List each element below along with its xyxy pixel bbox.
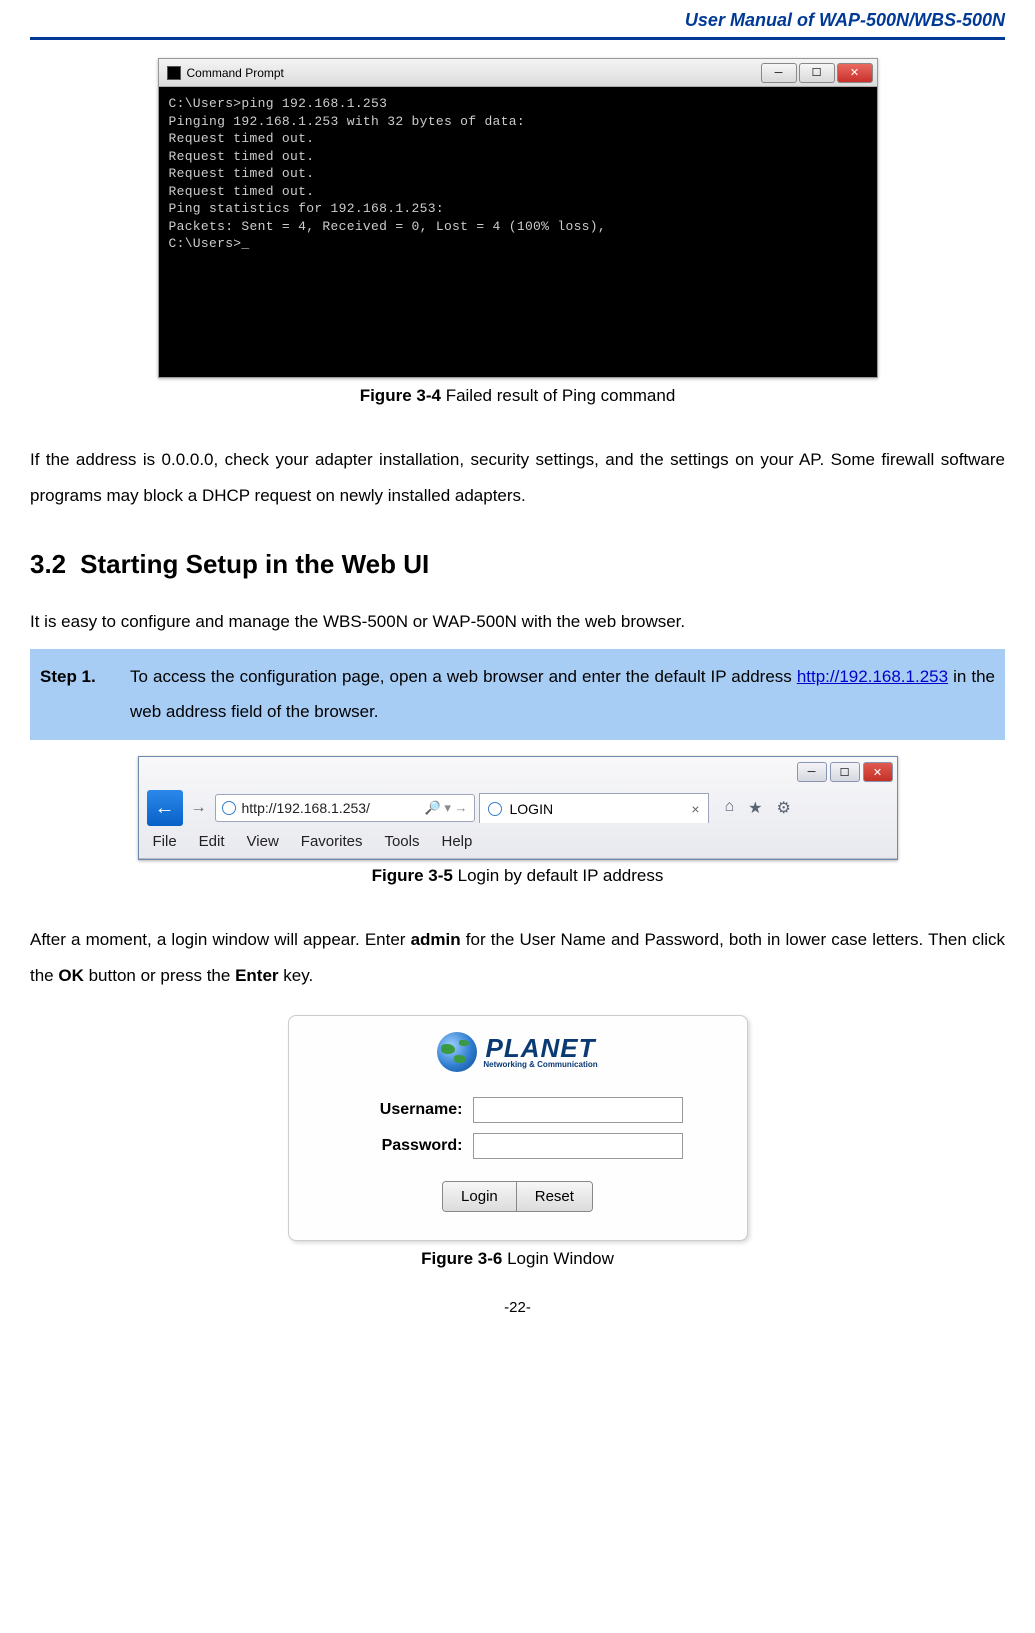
ie-icon: [488, 802, 502, 816]
menu-help[interactable]: Help: [442, 833, 473, 850]
address-controls-icon: 🔎 ▾ →: [425, 800, 468, 816]
window-close-button[interactable]: ✕: [837, 63, 873, 83]
menu-file[interactable]: File: [153, 833, 177, 850]
ie-icon: [222, 801, 236, 815]
cmd-line: Packets: Sent = 4, Received = 0, Lost = …: [169, 218, 867, 236]
password-row: Password:: [319, 1133, 717, 1159]
login-button[interactable]: Login: [443, 1182, 517, 1211]
login-text-4: key.: [279, 966, 314, 985]
step-1-text: To access the configuration page, open a…: [130, 659, 995, 730]
browser-menu-bar: File Edit View Favorites Tools Help: [139, 829, 897, 858]
globe-icon: [437, 1032, 477, 1072]
login-bold-ok: OK: [58, 966, 84, 985]
login-button-group: Login Reset: [442, 1181, 593, 1212]
browser-back-button[interactable]: ←: [147, 790, 183, 826]
tab-close-icon[interactable]: ×: [691, 801, 699, 817]
command-prompt-titlebar: Command Prompt ─ ☐ ✕: [159, 59, 877, 87]
command-prompt-body: C:\Users>ping 192.168.1.253 Pinging 192.…: [159, 87, 877, 377]
figure-label: Figure 3-4: [360, 386, 441, 405]
page-header: User Manual of WAP-500N/WBS-500N: [30, 10, 1005, 40]
login-text-3: button or press the: [84, 966, 235, 985]
figure-3-6-caption: Figure 3-6 Login Window: [30, 1249, 1005, 1269]
username-label: Username:: [353, 1101, 463, 1119]
cmd-line: C:\Users>ping 192.168.1.253: [169, 95, 867, 113]
section-number: 3.2: [30, 549, 66, 580]
figure-text: Login by default IP address: [458, 866, 664, 885]
window-minimize-button[interactable]: ─: [761, 63, 797, 83]
login-text-1: After a moment, a login window will appe…: [30, 930, 411, 949]
browser-tab[interactable]: LOGIN ×: [479, 793, 709, 823]
browser-window: ─ ☐ ✕ ← → http://192.168.1.253/ 🔎 ▾ → LO…: [138, 756, 898, 860]
page-number: -22-: [30, 1299, 1005, 1316]
step-1-block: Step 1. To access the configuration page…: [30, 649, 1005, 740]
browser-chrome: ─ ☐ ✕ ← → http://192.168.1.253/ 🔎 ▾ → LO…: [139, 757, 897, 859]
login-instructions: After a moment, a login window will appe…: [30, 922, 1005, 993]
favorites-icon[interactable]: ★: [748, 798, 762, 818]
password-label: Password:: [353, 1137, 463, 1155]
cmd-line: Request timed out.: [169, 130, 867, 148]
section-intro: It is easy to configure and manage the W…: [30, 606, 1005, 638]
reset-button[interactable]: Reset: [517, 1182, 592, 1211]
window-maximize-button[interactable]: ☐: [799, 63, 835, 83]
cmd-line: Request timed out.: [169, 165, 867, 183]
command-prompt-window: Command Prompt ─ ☐ ✕ C:\Users>ping 192.1…: [158, 58, 878, 378]
username-row: Username:: [319, 1097, 717, 1123]
menu-favorites[interactable]: Favorites: [301, 833, 363, 850]
cmd-line: Request timed out.: [169, 148, 867, 166]
cmd-title: Command Prompt: [187, 66, 284, 80]
step-1-label: Step 1.: [40, 659, 130, 730]
password-input[interactable]: [473, 1133, 683, 1159]
username-input[interactable]: [473, 1097, 683, 1123]
browser-url: http://192.168.1.253/: [242, 800, 370, 816]
cmd-line: Request timed out.: [169, 183, 867, 201]
section-title: Starting Setup in the Web UI: [80, 549, 429, 580]
menu-tools[interactable]: Tools: [384, 833, 419, 850]
browser-minimize-button[interactable]: ─: [797, 762, 827, 782]
section-heading-3-2: 3.2 Starting Setup in the Web UI: [30, 549, 1005, 580]
figure-3-4-caption: Figure 3-4 Failed result of Ping command: [30, 386, 1005, 406]
login-bold-enter: Enter: [235, 966, 278, 985]
login-window: PLANET Networking & Communication Userna…: [288, 1015, 748, 1241]
brand-name: PLANET: [483, 1035, 597, 1061]
brand-tagline: Networking & Communication: [483, 1061, 597, 1069]
planet-logo: PLANET Networking & Communication: [319, 1032, 717, 1077]
login-bold-admin: admin: [411, 930, 461, 949]
browser-address-bar[interactable]: http://192.168.1.253/ 🔎 ▾ →: [215, 794, 475, 822]
browser-forward-button[interactable]: →: [187, 793, 211, 823]
paragraph-adapter-check: If the address is 0.0.0.0, check your ad…: [30, 442, 1005, 513]
tab-title: LOGIN: [510, 801, 554, 817]
browser-close-button[interactable]: ✕: [863, 762, 893, 782]
figure-text: Failed result of Ping command: [446, 386, 676, 405]
step-1-pre: To access the configuration page, open a…: [130, 667, 797, 686]
menu-view[interactable]: View: [247, 833, 279, 850]
browser-maximize-button[interactable]: ☐: [830, 762, 860, 782]
figure-3-5-caption: Figure 3-5 Login by default IP address: [30, 866, 1005, 886]
menu-edit[interactable]: Edit: [199, 833, 225, 850]
cmd-line: Ping statistics for 192.168.1.253:: [169, 200, 867, 218]
figure-text: Login Window: [507, 1249, 614, 1268]
default-ip-link[interactable]: http://192.168.1.253: [797, 667, 948, 686]
cmd-line: C:\Users>_: [169, 235, 867, 253]
tools-icon[interactable]: ⚙: [777, 798, 791, 818]
figure-label: Figure 3-5: [372, 866, 453, 885]
figure-label: Figure 3-6: [421, 1249, 502, 1268]
cmd-icon: [167, 66, 181, 80]
home-icon[interactable]: ⌂: [725, 798, 735, 818]
cmd-line: Pinging 192.168.1.253 with 32 bytes of d…: [169, 113, 867, 131]
